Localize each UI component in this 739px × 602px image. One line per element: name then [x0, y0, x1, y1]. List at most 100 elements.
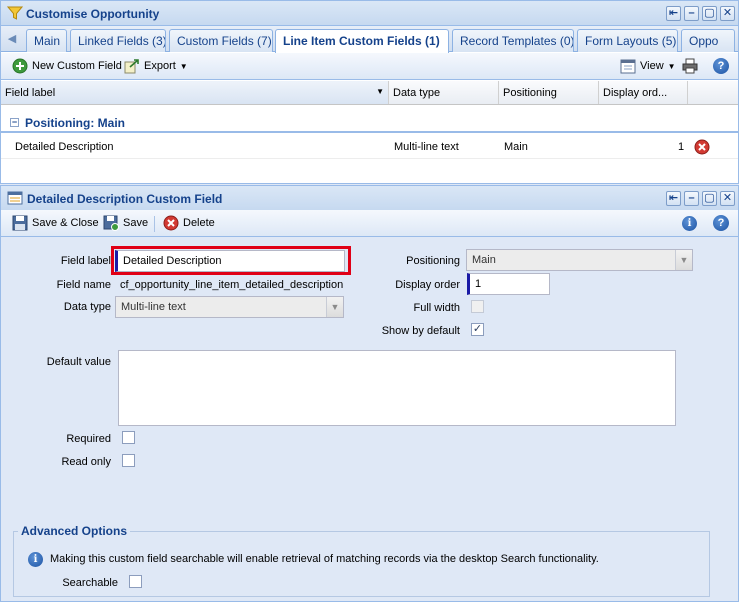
pin-icon[interactable]: ⇤	[666, 6, 681, 21]
tab-label: Main	[34, 34, 61, 48]
full-width-label: Full width	[413, 302, 460, 314]
column-header-positioning[interactable]: Positioning	[499, 81, 599, 104]
read-only-checkbox[interactable]	[122, 454, 135, 467]
cell-data-type: Multi-line text	[394, 141, 459, 153]
positioning-value: Main	[472, 254, 496, 266]
maximize-icon[interactable]: ▢	[702, 6, 717, 21]
add-icon	[12, 58, 28, 74]
cell-positioning: Main	[504, 141, 528, 153]
tab-custom-fields[interactable]: Custom Fields (7)	[169, 29, 273, 52]
advanced-options-fieldset: Advanced Options i Making this custom fi…	[13, 524, 710, 597]
display-order-label: Display order	[395, 279, 460, 291]
show-by-default-checkbox[interactable]: ✓	[471, 323, 484, 336]
customise-opportunity-titlebar: Customise Opportunity ⇤ – ▢ ✕	[1, 1, 738, 26]
print-icon[interactable]	[682, 58, 698, 74]
default-value-label: Default value	[46, 356, 111, 368]
save-and-close-button[interactable]: Save & Close	[12, 215, 99, 231]
advanced-options-title: Advanced Options	[18, 524, 131, 538]
minimize-icon[interactable]: –	[684, 191, 699, 206]
read-only-label: Read only	[61, 456, 111, 468]
tab-line-item-custom-fields[interactable]: Line Item Custom Fields (1)	[275, 29, 449, 53]
editor-toolbar: Save & Close Save Delete i ?	[1, 210, 738, 237]
field-label-highlight	[111, 246, 351, 275]
data-type-value: Multi-line text	[121, 301, 186, 313]
grid-toolbar: New Custom Field Export ▼ View ▼ ?	[1, 53, 738, 80]
full-width-checkbox[interactable]	[471, 300, 484, 313]
export-label: Export	[144, 60, 176, 72]
group-row-positioning-main[interactable]: − Positioning: Main	[1, 113, 738, 133]
show-by-default-label: Show by default	[381, 325, 460, 337]
column-header-text: Data type	[393, 87, 441, 99]
view-label: View	[640, 60, 664, 72]
tab-form-layouts[interactable]: Form Layouts (5)	[577, 29, 678, 52]
field-name-value: cf_opportunity_line_item_detailed_descri…	[120, 279, 344, 291]
delete-button[interactable]: Delete	[163, 215, 215, 231]
window-tools: ⇤ – ▢ ✕	[666, 6, 735, 21]
chevron-down-icon[interactable]: ▼	[675, 250, 692, 270]
data-type-combo[interactable]: Multi-line text ▼	[115, 296, 344, 318]
save-label: Save	[123, 217, 149, 229]
tab-opportunity-more[interactable]: Oppo	[681, 29, 735, 52]
cell-field-label: Detailed Description	[15, 141, 114, 153]
positioning-combo[interactable]: Main ▼	[466, 249, 693, 271]
default-value-textarea[interactable]	[118, 350, 676, 426]
searchable-checkbox[interactable]	[129, 575, 142, 588]
custom-field-editor-window: Detailed Description Custom Field ⇤ – ▢ …	[0, 185, 739, 602]
save-close-icon	[12, 215, 28, 231]
delete-icon	[163, 215, 179, 231]
tab-record-templates[interactable]: Record Templates (0)	[452, 29, 574, 52]
column-header-field-label[interactable]: Field label ▼	[1, 81, 389, 104]
field-label-label: Field label	[60, 255, 111, 267]
save-button[interactable]: Save	[103, 215, 148, 231]
tab-label: Record Templates (0)	[460, 34, 574, 48]
column-header-data-type[interactable]: Data type	[389, 81, 499, 104]
export-button[interactable]: Export ▼	[124, 58, 188, 74]
minimize-icon[interactable]: –	[684, 6, 699, 21]
data-type-label: Data type	[63, 301, 111, 313]
pin-icon[interactable]: ⇤	[666, 191, 681, 206]
positioning-label: Positioning	[406, 255, 460, 267]
tab-label: Linked Fields (3)	[78, 34, 166, 48]
custom-field-form: Field label Detailed Description Field n…	[1, 237, 738, 602]
required-label: Required	[66, 433, 111, 445]
delete-row-icon[interactable]	[694, 139, 710, 155]
tab-main[interactable]: Main	[26, 29, 67, 52]
chevron-down-icon: ▼	[179, 61, 188, 71]
table-row[interactable]: Detailed Description Multi-line text Mai…	[1, 135, 738, 159]
tab-label: Line Item Custom Fields (1)	[283, 34, 440, 48]
form-icon	[7, 191, 23, 205]
toolbar-separator	[154, 216, 155, 232]
view-button[interactable]: View ▼	[620, 58, 676, 74]
export-icon	[124, 59, 139, 74]
column-header-text: Field label	[5, 87, 56, 99]
column-header-text: Positioning	[503, 87, 557, 99]
close-icon[interactable]: ✕	[720, 6, 735, 21]
custom-field-editor-titlebar: Detailed Description Custom Field ⇤ – ▢ …	[1, 186, 738, 211]
searchable-info-text: Making this custom field searchable will…	[50, 553, 599, 565]
tab-label: Form Layouts (5)	[585, 34, 677, 48]
editor-window-tools: ⇤ – ▢ ✕	[666, 191, 735, 206]
sort-dropdown-icon[interactable]: ▼	[376, 87, 384, 96]
column-header-display-order[interactable]: Display ord...	[599, 81, 688, 104]
help-icon[interactable]: ?	[713, 58, 729, 74]
new-custom-field-label: New Custom Field	[32, 60, 122, 72]
tab-scroll-left-icon[interactable]: ◀	[5, 32, 19, 46]
tab-strip: ◀ Main Linked Fields (3) Custom Fields (…	[1, 26, 738, 53]
customise-opportunity-window: Customise Opportunity ⇤ – ▢ ✕ ◀ Main Lin…	[0, 0, 739, 184]
tab-linked-fields[interactable]: Linked Fields (3)	[70, 29, 166, 52]
new-custom-field-button[interactable]: New Custom Field	[12, 58, 122, 74]
window-title: Customise Opportunity	[26, 7, 160, 21]
column-header-text: Display ord...	[603, 87, 668, 99]
close-icon[interactable]: ✕	[720, 191, 735, 206]
display-order-input[interactable]: 1	[467, 273, 550, 295]
help-icon[interactable]: ?	[713, 215, 729, 231]
maximize-icon[interactable]: ▢	[702, 191, 717, 206]
tab-label: Custom Fields (7)	[177, 34, 272, 48]
field-name-label: Field name	[56, 279, 111, 291]
info-icon[interactable]: i	[682, 216, 697, 231]
collapse-icon[interactable]: −	[10, 118, 19, 127]
info-icon: i	[28, 552, 43, 567]
group-title: Positioning: Main	[25, 116, 125, 130]
chevron-down-icon[interactable]: ▼	[326, 297, 343, 317]
required-checkbox[interactable]	[122, 431, 135, 444]
